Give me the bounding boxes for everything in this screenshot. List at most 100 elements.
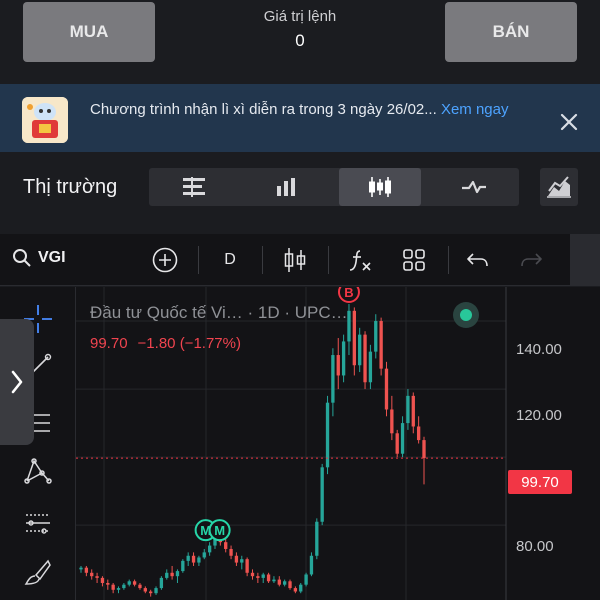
order-bar: MUA Giá trị lệnh 0 BÁN (0, 0, 600, 80)
candle (224, 542, 228, 549)
candle (379, 321, 383, 369)
buy-marker-label: B (344, 287, 353, 300)
undo-icon[interactable] (462, 244, 494, 276)
legend-name: Đầu tư Quốc tế Vi… (90, 303, 243, 322)
order-value-amount: 0 (295, 31, 305, 50)
bar-chart-icon[interactable] (245, 168, 327, 206)
last-price-tag: 99.70 (508, 470, 572, 494)
candle (411, 395, 415, 427)
candle (288, 581, 292, 589)
candle (207, 545, 212, 553)
candle (132, 581, 137, 585)
layout-icon[interactable] (398, 244, 430, 276)
candle (202, 552, 206, 558)
candle (277, 579, 281, 585)
candle (229, 548, 233, 556)
candle (422, 440, 426, 459)
legend-price: 99.70 (90, 335, 128, 352)
candle (250, 572, 255, 577)
candle (234, 555, 239, 563)
symbol-label: VGI (38, 249, 66, 266)
line-pulse-icon[interactable] (433, 168, 515, 206)
candle (84, 567, 89, 573)
candle (293, 588, 298, 592)
chart-legend: Đầu tư Quốc tế Vi… · 1D · UPC… (90, 303, 348, 323)
candle (261, 574, 265, 578)
order-book-icon[interactable] (153, 168, 235, 206)
legend-change: −1.80 (137, 335, 176, 352)
candle (358, 334, 362, 366)
candle (304, 574, 308, 585)
legend-change-pct: (−1.77%) (179, 335, 241, 352)
indicators-icon[interactable] (344, 244, 376, 276)
promo-link[interactable]: Xem ngay (441, 101, 509, 118)
candle (149, 591, 153, 594)
candle (368, 351, 373, 383)
candle-style-icon[interactable] (279, 244, 311, 276)
candle (374, 321, 378, 352)
candle (341, 341, 346, 376)
candle (299, 584, 303, 592)
lucky-money-mascot-icon (22, 97, 68, 143)
chevron-right-icon[interactable] (0, 319, 34, 445)
candle (106, 582, 110, 585)
candle (320, 467, 324, 522)
y-axis-label: 120.00 (516, 407, 562, 424)
prediction-icon[interactable] (18, 503, 58, 543)
candle (390, 409, 394, 434)
promo-banner[interactable]: Chương trình nhận lì xì diễn ra trong 3 … (0, 84, 600, 152)
sell-button[interactable]: BÁN (445, 2, 577, 62)
candle (384, 368, 389, 410)
toolbar-divider (448, 246, 449, 274)
candle (363, 334, 367, 383)
price-change-row: 99.70 −1.80 (−1.77%) (90, 335, 241, 352)
promo-message: Chương trình nhận lì xì diễn ra trong 3 … (90, 101, 441, 118)
candle (352, 310, 356, 366)
candle (159, 577, 164, 589)
candle (186, 555, 190, 561)
symbol-search[interactable]: VGI (12, 248, 66, 268)
close-icon[interactable] (555, 108, 583, 136)
area-chart-expand-icon[interactable] (540, 168, 578, 206)
add-symbol-icon[interactable] (149, 244, 181, 276)
event-marker-label: M (214, 523, 225, 538)
legend-meta: · 1D · UPC… (247, 303, 348, 322)
candle (331, 355, 335, 403)
candle (111, 584, 115, 590)
candle (100, 577, 105, 583)
candle (165, 572, 169, 578)
candle (416, 426, 421, 441)
interval-button[interactable]: D (214, 244, 246, 276)
chart-toolbar: VGI D (0, 234, 600, 286)
brush-icon[interactable] (18, 553, 58, 593)
toolbar-divider (328, 246, 329, 274)
side-panel-edge (570, 234, 600, 286)
market-tabs: Thị trường (0, 160, 600, 218)
candle (79, 567, 83, 570)
candle (347, 310, 351, 342)
toolbar-divider (198, 246, 199, 274)
candle (122, 584, 126, 589)
promo-text: Chương trình nhận lì xì diễn ra trong 3 … (90, 99, 530, 120)
candle (170, 572, 174, 577)
candle (175, 571, 180, 577)
candle (256, 576, 260, 578)
market-status-icon[interactable] (453, 302, 479, 328)
candle (138, 584, 142, 589)
candle (272, 579, 276, 582)
candlestick-icon[interactable] (339, 168, 421, 206)
candle (282, 581, 287, 585)
candle (266, 574, 271, 582)
pattern-icon[interactable] (18, 451, 58, 491)
candle (395, 433, 399, 454)
redo-icon[interactable] (515, 244, 547, 276)
candle (309, 555, 314, 575)
candle (181, 560, 185, 572)
candle (400, 423, 405, 454)
candle (336, 355, 340, 376)
buy-button[interactable]: MUA (23, 2, 155, 62)
toolbar-divider (262, 246, 263, 274)
market-title: Thị trường (23, 176, 118, 198)
candle (406, 395, 410, 424)
order-value-label: Giá trị lệnh (263, 8, 337, 25)
